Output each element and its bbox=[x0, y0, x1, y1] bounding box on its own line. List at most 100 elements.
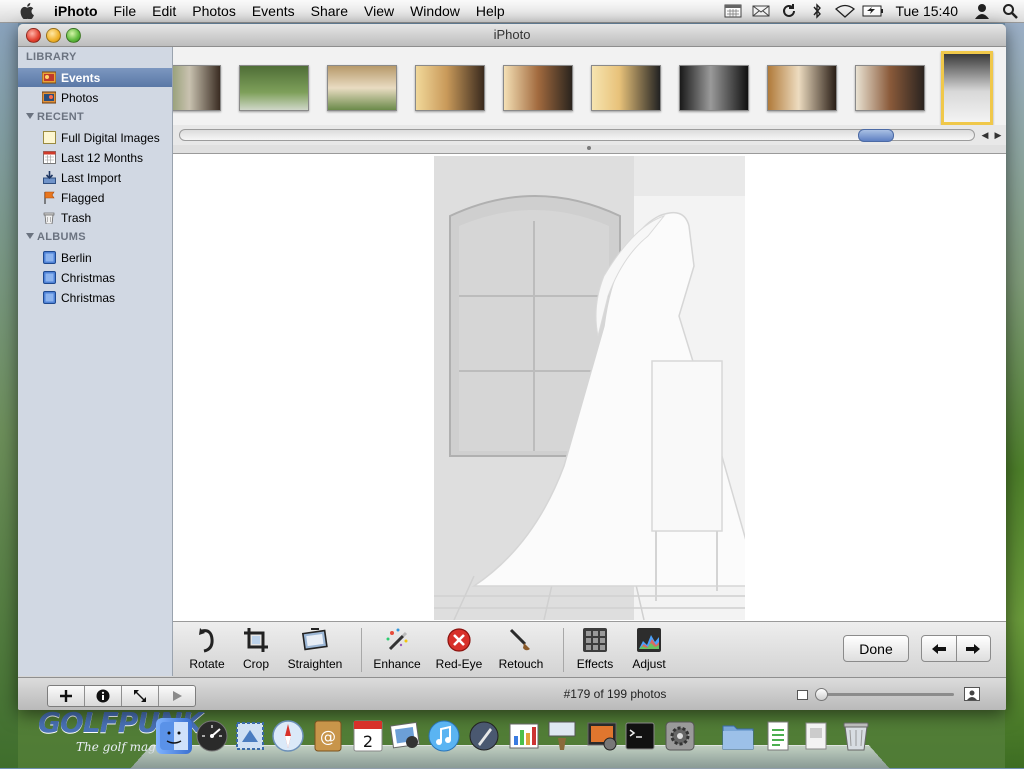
retouch-button[interactable]: Retouch bbox=[497, 626, 545, 674]
menu-file[interactable]: File bbox=[106, 0, 145, 22]
pen-app-icon[interactable] bbox=[466, 718, 502, 754]
scroll-left-arrow-icon[interactable]: ◀ bbox=[979, 129, 991, 141]
sidebar-item-album-christmas-2[interactable]: Christmas bbox=[18, 288, 172, 307]
zoom-slider-knob[interactable] bbox=[815, 688, 828, 701]
battery-icon[interactable] bbox=[862, 3, 884, 19]
enhance-button[interactable]: Enhance bbox=[373, 626, 421, 674]
photo-thumbnail[interactable] bbox=[591, 65, 661, 111]
scroll-right-arrow-icon[interactable]: ▶ bbox=[992, 129, 1004, 141]
sidebar-item-label: Flagged bbox=[61, 190, 105, 205]
downloads-stack-icon[interactable] bbox=[798, 718, 834, 754]
arrow-left-icon bbox=[931, 643, 946, 654]
sidebar-item-album-berlin[interactable]: Berlin bbox=[18, 248, 172, 267]
disclosure-triangle-icon[interactable] bbox=[26, 233, 34, 239]
crop-button[interactable]: Crop bbox=[239, 626, 273, 674]
photo-thumbnail-selected[interactable] bbox=[941, 51, 993, 125]
albums-header[interactable]: ALBUMS bbox=[26, 231, 86, 243]
menu-view[interactable]: View bbox=[356, 0, 402, 22]
calendar-icon[interactable] bbox=[722, 3, 744, 19]
edit-toolbar: Rotate Crop Straighten Enhance Red-Eye R… bbox=[173, 621, 1006, 678]
sidebar-item-album-christmas[interactable]: Christmas bbox=[18, 268, 172, 287]
sidebar-item-full-digital-images[interactable]: Full Digital Images bbox=[18, 128, 172, 147]
scrollbar-track[interactable] bbox=[179, 129, 975, 141]
user-icon[interactable] bbox=[971, 3, 993, 19]
sidebar-item-last-import[interactable]: Last Import bbox=[18, 168, 172, 187]
edited-photo-image[interactable] bbox=[434, 156, 745, 620]
sidebar-item-label: Christmas bbox=[61, 270, 116, 285]
photo-thumbnail[interactable] bbox=[173, 65, 221, 111]
red-eye-icon bbox=[445, 626, 473, 654]
system-preferences-icon[interactable] bbox=[662, 718, 698, 754]
terminal-icon[interactable] bbox=[622, 718, 658, 754]
zoom-slider-track[interactable] bbox=[816, 693, 954, 696]
straighten-button[interactable]: Straighten bbox=[285, 626, 345, 674]
next-photo-button[interactable] bbox=[955, 636, 991, 661]
sidebar-item-last-12-months[interactable]: Last 12 Months bbox=[18, 148, 172, 167]
finder-icon[interactable] bbox=[156, 718, 192, 754]
photo-thumbnail[interactable] bbox=[503, 65, 573, 111]
mail-icon[interactable] bbox=[750, 3, 772, 19]
photo-thumbnail[interactable] bbox=[679, 65, 749, 111]
document-stack-icon[interactable] bbox=[760, 718, 796, 754]
effects-button[interactable]: Effects bbox=[575, 626, 615, 674]
photo-thumbnail[interactable] bbox=[327, 65, 397, 111]
dashboard-icon[interactable] bbox=[194, 718, 230, 754]
window-titlebar[interactable]: iPhoto bbox=[18, 24, 1006, 47]
sidebar-item-photos[interactable]: Photos bbox=[18, 88, 172, 107]
photo-thumbnail[interactable] bbox=[767, 65, 837, 111]
filmstrip-scrollbar[interactable]: ◀ ▶ bbox=[173, 125, 1006, 146]
photo-thumbnail[interactable] bbox=[415, 65, 485, 111]
red-eye-button[interactable]: Red-Eye bbox=[435, 626, 483, 674]
source-list-sidebar: LIBRARY Events Photos RECENT Full Digita… bbox=[18, 47, 173, 676]
iphoto-dock-icon[interactable] bbox=[388, 718, 424, 754]
apple-menu-icon[interactable] bbox=[18, 2, 36, 20]
photo-navigation bbox=[921, 635, 991, 662]
zoom-large-icon bbox=[964, 687, 980, 701]
enhance-label: Enhance bbox=[373, 657, 421, 671]
rotate-button[interactable]: Rotate bbox=[187, 626, 227, 674]
safari-icon[interactable] bbox=[270, 718, 306, 754]
trash-dock-icon[interactable] bbox=[838, 718, 874, 754]
photo-thumbnail[interactable] bbox=[855, 65, 925, 111]
menu-edit[interactable]: Edit bbox=[144, 0, 184, 22]
menu-share[interactable]: Share bbox=[303, 0, 356, 22]
import-icon bbox=[42, 171, 56, 185]
desktop-background-left bbox=[0, 22, 18, 768]
sidebar-item-label: Berlin bbox=[61, 250, 92, 265]
photo-thumbnail[interactable] bbox=[239, 65, 309, 111]
sidebar-item-label: Last Import bbox=[61, 170, 122, 185]
menu-events[interactable]: Events bbox=[244, 0, 303, 22]
sidebar-item-flagged[interactable]: Flagged bbox=[18, 188, 172, 207]
ical-icon[interactable]: 2 bbox=[350, 718, 386, 754]
menu-clock[interactable]: Tue 15:40 bbox=[887, 3, 968, 19]
sidebar-item-events[interactable]: Events bbox=[18, 68, 172, 87]
done-button[interactable]: Done bbox=[843, 635, 909, 662]
menu-app-name[interactable]: iPhoto bbox=[46, 0, 106, 22]
address-book-icon[interactable]: @ bbox=[310, 718, 346, 754]
sidebar-item-trash[interactable]: Trash bbox=[18, 208, 172, 227]
previous-photo-button[interactable] bbox=[922, 636, 956, 661]
wifi-icon[interactable] bbox=[834, 3, 856, 19]
split-view-divider[interactable] bbox=[173, 145, 1006, 154]
itunes-icon[interactable] bbox=[426, 718, 462, 754]
disclosure-triangle-icon[interactable] bbox=[26, 113, 34, 119]
adjust-button[interactable]: Adjust bbox=[629, 626, 669, 674]
photo-booth-icon[interactable] bbox=[584, 718, 620, 754]
applications-folder-icon[interactable] bbox=[720, 718, 756, 754]
menu-photos[interactable]: Photos bbox=[184, 0, 244, 22]
effects-grid-icon bbox=[581, 626, 609, 654]
numbers-chart-icon[interactable] bbox=[506, 718, 542, 754]
trash-icon bbox=[42, 211, 56, 225]
menu-help[interactable]: Help bbox=[468, 0, 513, 22]
straighten-icon bbox=[301, 626, 329, 654]
divider-grip-icon[interactable] bbox=[587, 146, 591, 150]
sync-icon[interactable] bbox=[778, 3, 800, 19]
menu-window[interactable]: Window bbox=[402, 0, 468, 22]
retouch-label: Retouch bbox=[498, 657, 544, 671]
mail-stamp-icon[interactable] bbox=[232, 718, 268, 754]
spotlight-icon[interactable] bbox=[999, 3, 1021, 19]
recent-header[interactable]: RECENT bbox=[26, 111, 84, 123]
bluetooth-icon[interactable] bbox=[806, 3, 828, 19]
scrollbar-thumb[interactable] bbox=[858, 129, 894, 142]
keynote-podium-icon[interactable] bbox=[544, 718, 580, 754]
